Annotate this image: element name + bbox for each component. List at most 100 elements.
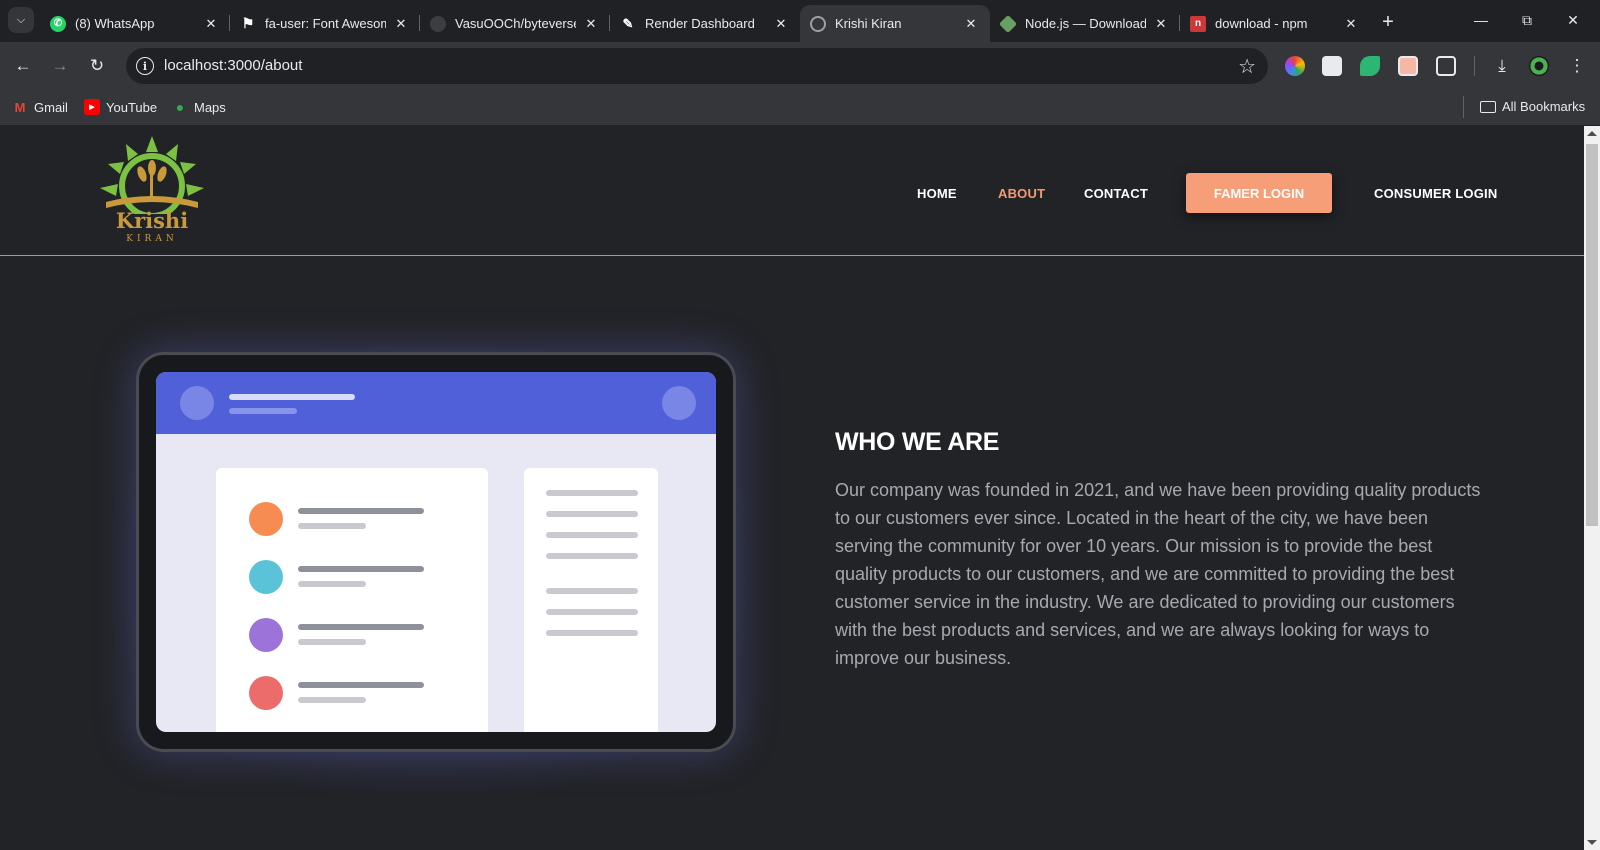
detail-line [546,553,638,559]
nav-about[interactable]: ABOUT [998,186,1045,201]
tab-github[interactable]: VasuOOCh/byteverse ✕ [419,5,610,42]
list-dot [249,676,283,710]
tablet-screen [156,372,716,732]
bookmark-gmail[interactable]: M Gmail [12,99,68,115]
list-line [298,566,424,572]
minimize-icon: — [1474,12,1488,28]
back-button[interactable]: ← [9,52,37,80]
download-button[interactable]: ⤓ [1488,52,1516,80]
tab-whatsapp[interactable]: ✆ (8) WhatsApp ✕ [40,5,230,42]
nodejs-icon [998,14,1018,33]
list-line [298,508,424,514]
restore-button[interactable]: ⧉ [1504,6,1550,34]
globe-icon [810,15,826,32]
page-scrollbar[interactable] [1584,126,1600,850]
new-tab-button[interactable]: + [1376,10,1400,34]
profile-avatar[interactable] [1529,56,1549,76]
bookmarks-bar: M Gmail ▶ YouTube ● Maps All Bookmarks [0,90,1600,126]
minimize-button[interactable]: — [1458,6,1504,34]
detail-line [546,609,638,615]
tab-npm[interactable]: n download - npm ✕ [1179,5,1370,42]
nav-home[interactable]: HOME [917,186,957,201]
close-icon[interactable]: ✕ [582,15,600,33]
all-bookmarks[interactable]: All Bookmarks [1480,99,1585,114]
list-line [298,624,424,630]
menu-button[interactable]: ⋮ [1563,52,1591,80]
puzzle-icon[interactable] [1436,56,1456,76]
folder-icon [1480,100,1496,113]
tab-title: (8) WhatsApp [75,16,155,31]
list-card [216,468,488,732]
list-dot [249,618,283,652]
scroll-up-icon[interactable] [1587,131,1597,136]
note-extension-icon[interactable] [1398,56,1418,76]
tab-title: Node.js — Download [1025,16,1146,31]
all-bookmarks-label: All Bookmarks [1502,99,1586,114]
text-extension-icon[interactable] [1322,56,1342,76]
detail-line [546,511,638,517]
header-line [229,394,355,400]
tab-search-button[interactable]: ⌵ [8,7,34,33]
browser-tab-strip: ⌵ ✆ (8) WhatsApp ✕ ⚑ fa-user: Font Aweso… [0,0,1600,42]
bookmark-label: YouTube [106,99,158,115]
close-window-button[interactable]: ✕ [1550,6,1596,34]
header-subline [229,408,297,414]
list-subline [298,639,366,645]
leaf-extension-icon[interactable] [1360,56,1380,76]
tab-render[interactable]: ✎ Render Dashboard ✕ [609,5,800,42]
youtube-icon: ▶ [84,99,100,115]
close-icon[interactable]: ✕ [772,15,790,33]
logo-wordmark: Krishi [115,208,189,233]
address-url[interactable]: localhost:3000/about [164,57,302,74]
more-vert-icon: ⋮ [1568,56,1586,75]
tab-font-awesome[interactable]: ⚑ fa-user: Font Awesome ✕ [229,5,420,42]
close-icon[interactable]: ✕ [202,15,220,33]
star-icon[interactable]: ☆ [1238,54,1256,79]
flag-icon: ⚑ [241,15,255,31]
tablet-illustration [136,352,736,752]
tab-nodejs[interactable]: Node.js — Download ✕ [990,5,1180,42]
consumer-login-link[interactable]: CONSUMER LOGIN [1374,186,1497,201]
arrow-left-icon: ← [14,56,32,75]
detail-line [546,490,638,496]
scroll-thumb[interactable] [1586,144,1598,526]
maps-icon: ● [175,99,185,115]
restore-icon: ⧉ [1522,11,1532,28]
detail-line [546,532,638,538]
list-subline [298,523,366,529]
close-icon[interactable]: ✕ [1152,15,1170,33]
bookmark-maps[interactable]: ● Maps [172,99,226,115]
download-icon: ⤓ [1498,56,1506,75]
list-dot [249,560,283,594]
render-icon: ✎ [622,15,634,31]
close-icon[interactable]: ✕ [1342,15,1360,33]
tab-title: download - npm [1215,16,1308,31]
about-title: WHO WE ARE [835,428,1000,456]
scroll-down-icon[interactable] [1587,840,1597,845]
plus-icon: + [1382,10,1394,33]
npm-icon: n [1190,15,1206,32]
screen-header-bar [156,372,716,434]
sun-wheat-logo-icon [100,136,204,219]
bookmarks-divider [1463,96,1464,118]
tab-krishi-kiran[interactable]: Krishi Kiran ✕ [800,5,990,42]
avatar-circle [180,386,214,420]
info-icon[interactable]: i [136,57,154,75]
address-bar[interactable]: i localhost:3000/about ☆ [126,48,1268,84]
forward-button[interactable]: → [46,52,74,80]
site-logo[interactable]: Krishi KIRAN [96,134,208,248]
detail-card [524,468,658,732]
about-body: Our company was founded in 2021, and we … [835,480,1481,668]
tab-title: Krishi Kiran [835,16,902,31]
reload-button[interactable]: ↻ [83,52,111,80]
close-icon[interactable]: ✕ [392,15,410,33]
color-extension-icon[interactable] [1285,56,1305,76]
bookmark-label: Gmail [34,99,68,115]
close-icon[interactable]: ✕ [962,15,980,33]
farmer-login-button[interactable]: FAMER LOGIN [1186,173,1332,213]
reload-icon: ↻ [89,56,105,75]
list-subline [298,581,366,587]
bookmark-youtube[interactable]: ▶ YouTube [84,99,157,115]
nav-contact[interactable]: CONTACT [1084,186,1148,201]
page-viewport: Krishi KIRAN HOME ABOUT CONTACT FAMER LO… [0,126,1584,850]
